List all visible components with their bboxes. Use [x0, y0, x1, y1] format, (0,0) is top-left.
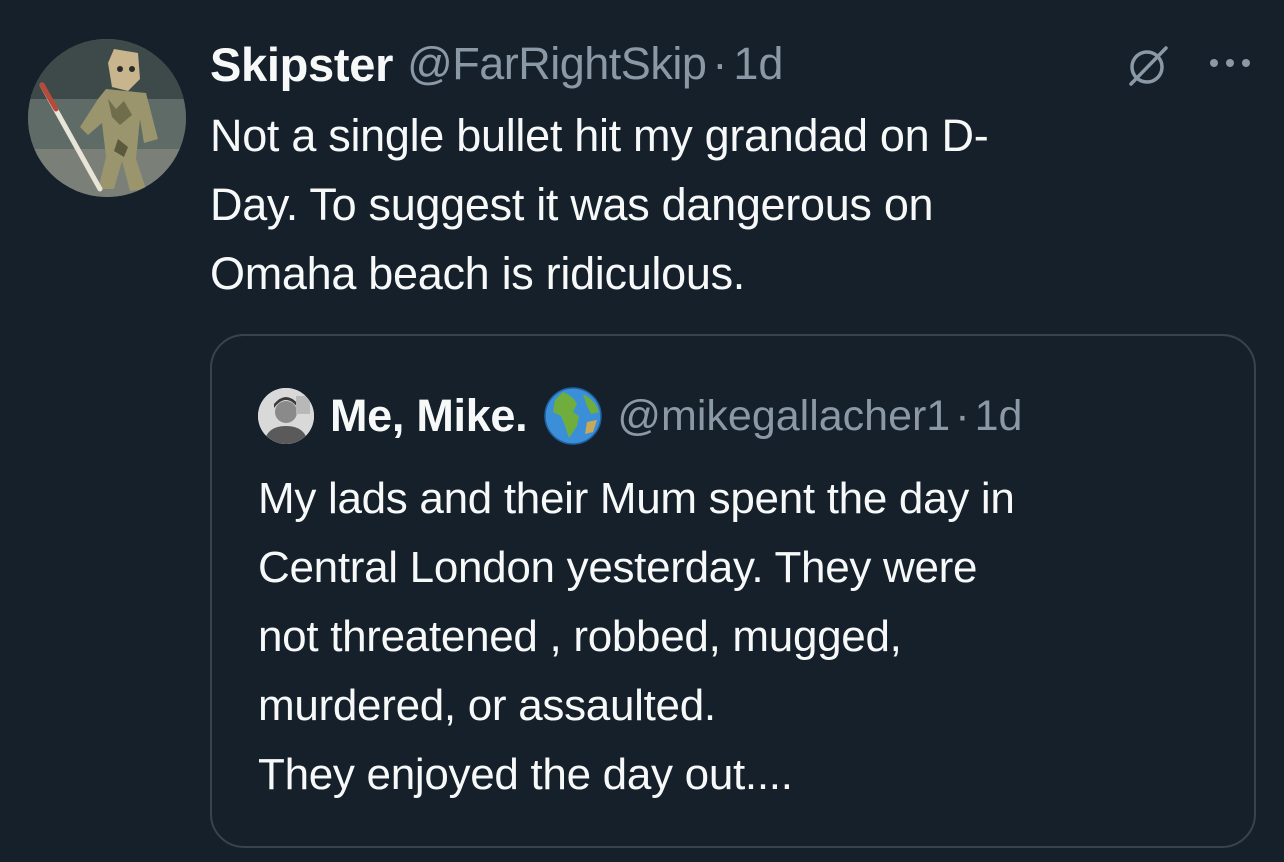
more-options-icon[interactable]: [1207, 54, 1253, 72]
tweet-time[interactable]: 1d: [733, 38, 783, 90]
tweet-header: Skipster @FarRightSkip · 1d: [210, 36, 783, 92]
tweet-text: Not a single bullet hit my grandad on D-…: [210, 101, 1210, 308]
quoted-tweet-card[interactable]: Me, Mike. @mikegallacher1 · 1d My lads a…: [210, 334, 1256, 848]
nosign-icon[interactable]: [1126, 42, 1172, 88]
quoted-tweet-header: Me, Mike. @mikegallacher1 · 1d: [258, 386, 1022, 446]
quoted-text-line: not threatened , robbed, mugged,: [258, 612, 902, 661]
quoted-text-line: murdered, or assaulted.: [258, 681, 716, 730]
avatar-photo-icon: [258, 388, 314, 444]
quoted-author-display-name[interactable]: Me, Mike.: [330, 390, 528, 442]
separator-dot: ·: [955, 391, 970, 440]
globe-icon: [544, 387, 603, 445]
author-handle[interactable]: @FarRightSkip: [407, 38, 707, 90]
quoted-text-line: My lads and their Mum spent the day in: [258, 474, 1015, 523]
quoted-tweet-time[interactable]: 1d: [975, 392, 1023, 441]
tweet-text-line: Day. To suggest it was dangerous on: [210, 179, 934, 230]
tweet[interactable]: Skipster @FarRightSkip · 1d Not a single…: [0, 0, 1284, 862]
quoted-tweet-text: My lads and their Mum spent the day in C…: [258, 464, 1238, 809]
author-display-name[interactable]: Skipster: [210, 37, 393, 92]
separator-dot: ·: [712, 38, 728, 89]
quoted-author-handle[interactable]: @mikegallacher1: [617, 392, 950, 441]
tweet-text-line: Not a single bullet hit my grandad on D-: [210, 110, 989, 161]
quoted-text-line: They enjoyed the day out....: [258, 750, 793, 799]
avatar-figure-icon: [28, 39, 186, 197]
author-avatar[interactable]: [28, 39, 186, 197]
quoted-text-line: Central London yesterday. They were: [258, 543, 978, 592]
tweet-text-line: Omaha beach is ridiculous.: [210, 248, 745, 299]
quoted-author-avatar[interactable]: [258, 388, 314, 444]
